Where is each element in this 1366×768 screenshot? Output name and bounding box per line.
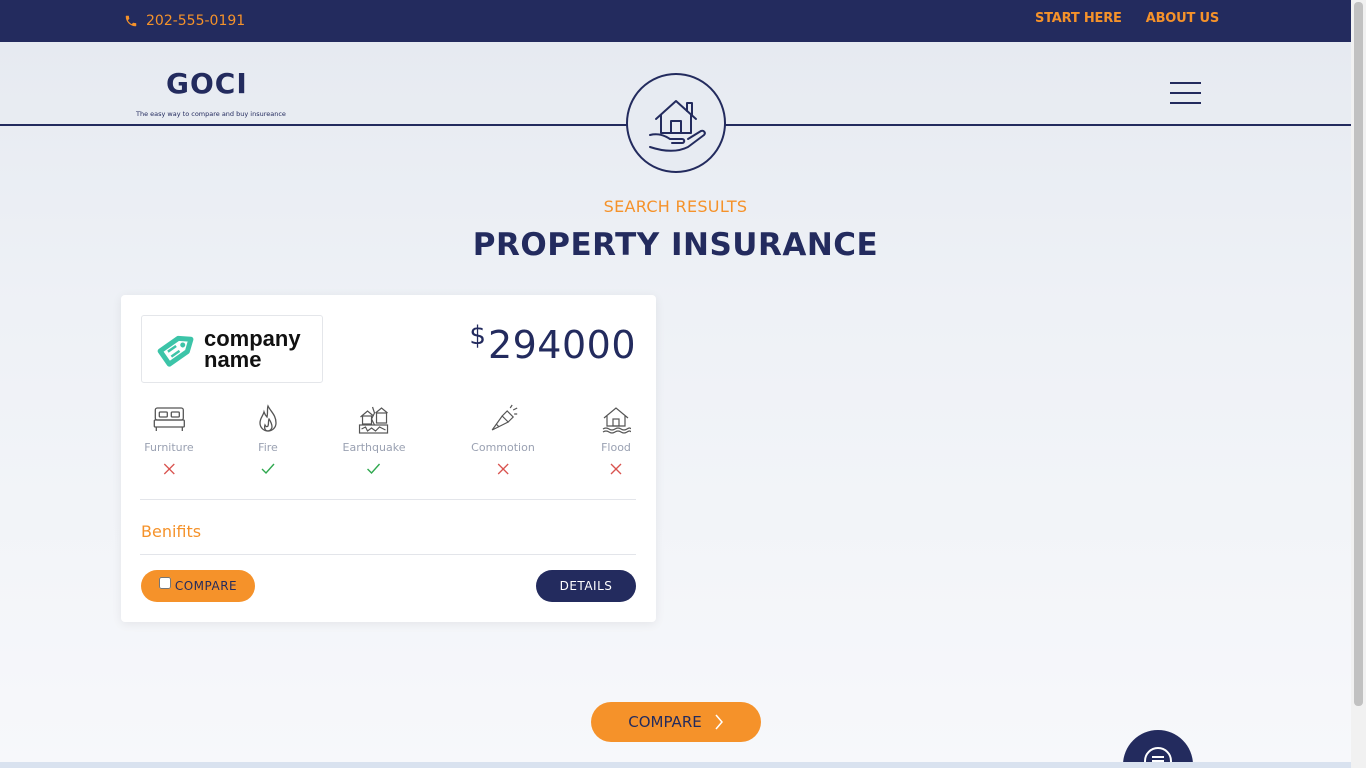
fire-icon [259, 404, 277, 432]
price-tag-icon [157, 335, 194, 367]
coverage-earthquake: Earthquake [342, 403, 406, 477]
compare-selected-label: COMPARE [628, 713, 702, 731]
coverage-commotion: Commotion [471, 403, 535, 477]
card-divider [140, 554, 636, 555]
company-name-line: company [204, 326, 301, 351]
not-covered-icon [471, 463, 535, 477]
premium-price: $ 294000 [469, 321, 636, 367]
hamburger-line [1170, 102, 1201, 104]
top-nav: START HERE ABOUT US [1035, 11, 1219, 26]
commotion-icon [491, 404, 518, 431]
card-compare-button[interactable]: COMPARE [141, 570, 255, 602]
not-covered-icon [144, 463, 193, 477]
footer-strip [0, 762, 1351, 768]
company-logo: company name [141, 315, 323, 383]
nav-about-us[interactable]: ABOUT US [1146, 11, 1219, 26]
benefits-link[interactable]: Benifits [141, 522, 201, 541]
coverage-label: Furniture [144, 441, 194, 454]
details-button[interactable]: DETAILS [536, 570, 636, 602]
phone-icon [125, 15, 137, 27]
menu-toggle-button[interactable] [1170, 82, 1201, 106]
card-divider [140, 499, 636, 500]
page-title: PROPERTY INSURANCE [472, 227, 879, 263]
chevron-right-icon [715, 714, 723, 730]
coverage-list: Furniture Fire Earthquake Commotion Floo… [141, 403, 637, 483]
house-in-hand-icon [649, 100, 706, 152]
compare-label: COMPARE [174, 579, 238, 593]
coverage-fire: Fire [257, 403, 279, 477]
logo-wordmark: GOCI [166, 67, 248, 100]
coverage-label: Commotion [471, 441, 535, 454]
company-name-line: name [204, 347, 262, 372]
logo-tagline: The easy way to compare and buy insurean… [136, 110, 286, 118]
page-scrollbar[interactable] [1351, 0, 1366, 768]
coverage-label: Earthquake [342, 441, 406, 454]
not-covered-icon [601, 463, 631, 477]
price-amount: 294000 [487, 323, 636, 367]
compare-selected-button[interactable]: COMPARE [591, 702, 761, 742]
property-emblem [626, 73, 726, 173]
site-logo[interactable]: GOCI The easy way to compare and buy ins… [136, 67, 286, 119]
bed-icon [153, 407, 185, 431]
coverage-label: Fire [258, 441, 278, 454]
hamburger-line [1170, 82, 1201, 84]
flood-icon [602, 407, 631, 434]
currency-symbol: $ [469, 321, 486, 351]
result-card: company name $ 294000 Furniture Fire Ear… [121, 295, 656, 622]
page-subtitle: SEARCH RESULTS [603, 197, 748, 216]
coverage-furniture: Furniture [144, 403, 194, 477]
nav-start-here[interactable]: START HERE [1035, 11, 1122, 26]
top-bar: 202-555-0191 START HERE ABOUT US [0, 0, 1351, 42]
covered-check-icon [257, 463, 279, 477]
hamburger-line [1170, 92, 1201, 94]
phone-number: 202-555-0191 [146, 13, 246, 29]
phone-contact[interactable]: 202-555-0191 [124, 12, 245, 30]
coverage-flood: Flood [601, 403, 631, 477]
compare-checkbox[interactable] [158, 577, 171, 589]
earthquake-icon [359, 406, 389, 434]
scrollbar-thumb[interactable] [1354, 2, 1363, 706]
company-name: company name [204, 326, 301, 372]
covered-check-icon [343, 463, 406, 477]
coverage-label: Flood [601, 441, 631, 454]
